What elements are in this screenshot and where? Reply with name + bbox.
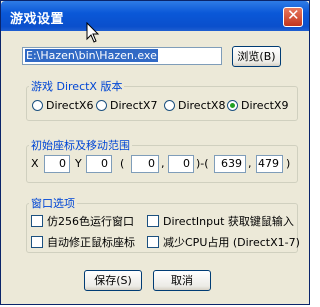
open-paren: ( xyxy=(120,157,125,170)
close-button[interactable]: ✕ xyxy=(283,6,303,27)
range-separator: )-( xyxy=(196,157,209,170)
checkbox-label: 仿256色运行窗口 xyxy=(47,215,134,228)
comma-2: , xyxy=(248,157,252,170)
window-options-label: 窗口选项 xyxy=(29,195,77,211)
radio-directx8[interactable]: DirectX8 xyxy=(164,99,225,112)
checkbox-label: 自动修正鼠标座标 xyxy=(47,236,135,249)
cancel-button[interactable]: 取消 xyxy=(153,270,211,291)
browse-button[interactable]: 浏览(B) xyxy=(232,46,281,67)
radio-directx9[interactable]: DirectX9 xyxy=(227,99,288,112)
radio-icon xyxy=(164,100,175,111)
radio-selected-icon xyxy=(227,100,238,111)
radio-label: DirectX7 xyxy=(110,99,158,112)
close-icon: ✕ xyxy=(287,6,300,24)
mouse-cursor-icon xyxy=(86,22,100,43)
range-left-input[interactable]: 0 xyxy=(131,155,159,173)
checkbox-auto-fix-mouse[interactable]: 自动修正鼠标座标 xyxy=(31,234,135,250)
title-bar[interactable]: 游戏设置 ✕ xyxy=(1,1,309,31)
radio-label: DirectX9 xyxy=(241,99,289,112)
checkbox-label: 减少CPU占用 (DirectX1-7) xyxy=(163,236,300,249)
checkbox-directinput[interactable]: DirectInput 获取键鼠输入 xyxy=(147,213,294,229)
game-path-value: E:\Hazen\bin\Hazen.exe xyxy=(25,49,158,62)
game-path-input[interactable]: E:\Hazen\bin\Hazen.exe xyxy=(22,47,222,65)
range-right-input[interactable]: 639 xyxy=(214,155,246,173)
comma-1: , xyxy=(161,157,165,170)
close-paren: ) xyxy=(286,157,291,170)
directx-group-label: 游戏 DirectX 版本 xyxy=(29,78,125,94)
x-input[interactable]: 0 xyxy=(44,155,70,173)
checkbox-icon xyxy=(147,215,159,227)
checkbox-icon xyxy=(31,215,43,227)
coords-group-label: 初始座标及移动范围 xyxy=(29,137,132,153)
radio-icon xyxy=(32,100,43,111)
radio-label: DirectX8 xyxy=(178,99,226,112)
checkbox-reduce-cpu[interactable]: 减少CPU占用 (DirectX1-7) xyxy=(147,234,300,250)
y-input[interactable]: 0 xyxy=(86,155,112,173)
checkbox-icon xyxy=(31,236,43,248)
x-label: X xyxy=(31,157,39,170)
radio-label: DirectX6 xyxy=(46,99,94,112)
checkbox-icon xyxy=(147,236,159,248)
range-bottom-input[interactable]: 479 xyxy=(256,155,283,173)
radio-icon xyxy=(96,100,107,111)
radio-directx6[interactable]: DirectX6 xyxy=(32,99,93,112)
radio-directx7[interactable]: DirectX7 xyxy=(96,99,157,112)
save-button[interactable]: 保存(S) xyxy=(84,270,142,291)
range-top-input[interactable]: 0 xyxy=(168,155,194,173)
y-label: Y xyxy=(75,157,82,170)
window-title: 游戏设置 xyxy=(10,12,65,27)
checkbox-256-color[interactable]: 仿256色运行窗口 xyxy=(31,213,134,229)
checkbox-label: DirectInput 获取键鼠输入 xyxy=(163,215,294,228)
